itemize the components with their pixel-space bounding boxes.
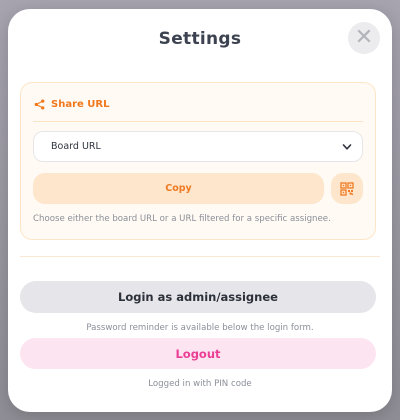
url-type-select[interactable]: Board URL xyxy=(33,131,363,162)
close-icon: ✕ xyxy=(354,25,374,50)
settings-modal: Settings ✕ Share URL Board URL Copy Choo… xyxy=(8,9,392,412)
login-hint: Password reminder is available below the… xyxy=(86,323,314,333)
url-type-selected: Board URL xyxy=(51,141,101,152)
qr-code-button[interactable] xyxy=(331,173,363,204)
share-divider xyxy=(33,121,363,122)
logout-button[interactable]: Logout xyxy=(20,338,376,369)
share-url-card: Share URL Board URL Copy Choose either t… xyxy=(20,82,376,240)
share-icon xyxy=(34,99,45,110)
share-url-label: Share URL xyxy=(51,99,110,110)
qr-code-icon xyxy=(340,181,354,196)
modal-title: Settings xyxy=(158,29,242,49)
section-divider xyxy=(20,256,380,257)
chevron-down-icon xyxy=(342,143,352,150)
copy-button[interactable]: Copy xyxy=(33,173,324,204)
share-url-hint: Choose either the board URL or a URL fil… xyxy=(33,214,331,224)
login-button[interactable]: Login as admin/assignee xyxy=(20,281,376,313)
share-url-heading: Share URL xyxy=(34,99,109,110)
logout-hint: Logged in with PIN code xyxy=(148,379,252,389)
close-button[interactable]: ✕ xyxy=(348,22,380,54)
